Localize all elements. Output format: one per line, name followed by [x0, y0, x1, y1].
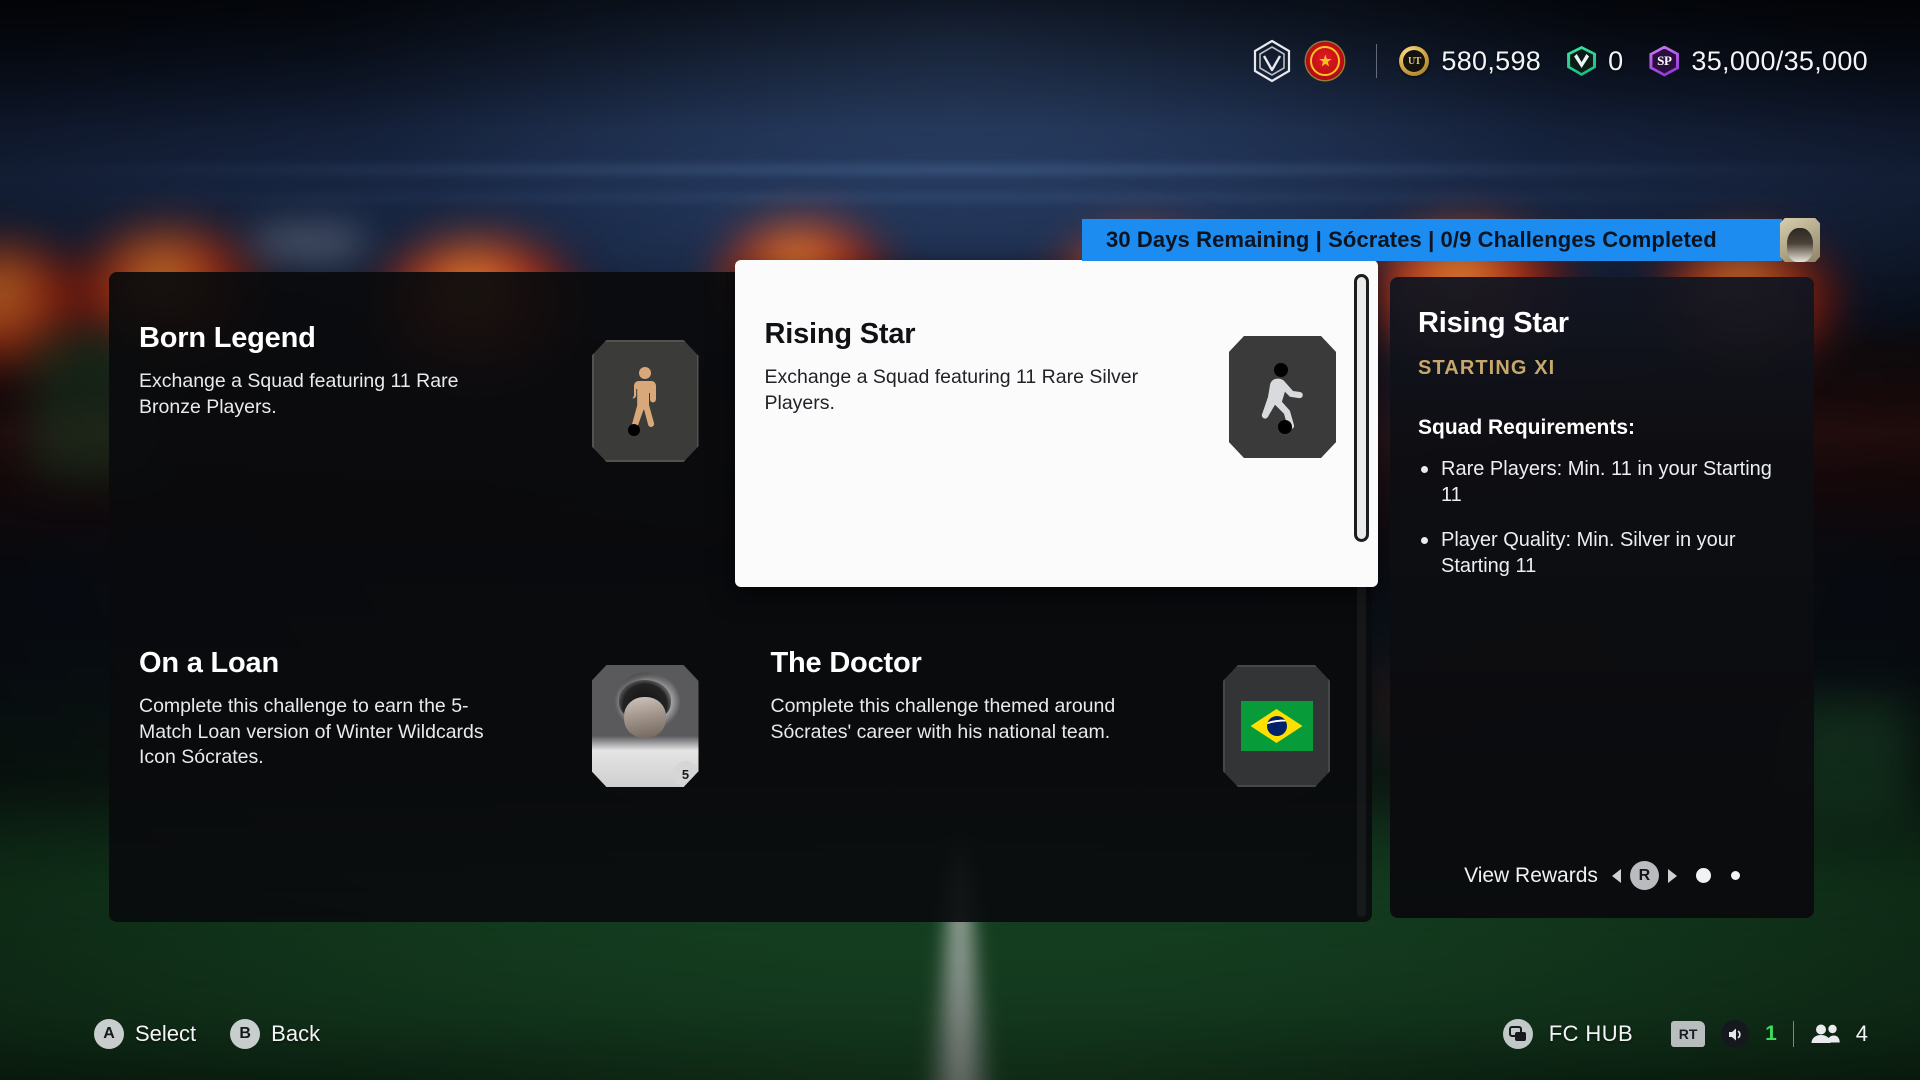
hint-select[interactable]: A Select — [94, 1019, 196, 1049]
page-dot-active[interactable] — [1695, 868, 1711, 883]
sbc-card-title: The Doctor — [770, 647, 922, 679]
rt-trigger-icon[interactable]: RT — [1671, 1021, 1706, 1047]
loan-match-badge: 5 — [672, 761, 699, 787]
hint-back-label: Back — [271, 1021, 321, 1046]
sbc-card-title: On a Loan — [139, 647, 279, 679]
chevron-left-icon[interactable] — [1611, 868, 1621, 883]
sbc-scrollbar-thumb[interactable] — [1357, 277, 1366, 539]
sbc-card-description: Exchange a Squad featuring 11 Rare Bronz… — [139, 370, 459, 418]
ea-fc-logo-icon — [1252, 39, 1292, 83]
ut-coins-value: 580,598 — [1441, 45, 1542, 76]
detail-title: Rising Star — [1418, 307, 1569, 339]
speaker-icon[interactable] — [1721, 1020, 1750, 1048]
ut-coins-icon: UT — [1399, 46, 1430, 76]
people-count: 4 — [1855, 1021, 1868, 1046]
page-dot[interactable] — [1730, 871, 1740, 880]
people-icon — [1810, 1023, 1840, 1045]
sp-points-value: 35,000/35,000 — [1691, 45, 1868, 76]
challenge-banner-bar: 30 Days Remaining | Sócrates | 0/9 Chall… — [1082, 219, 1782, 261]
sbc-card-title: Born Legend — [139, 322, 316, 354]
fc-points-icon — [1567, 46, 1597, 76]
squad-requirements-list: Rare Players: Min. 11 in your Starting 1… — [1418, 456, 1786, 598]
requirement-item: Player Quality: Min. Silver in your Star… — [1418, 527, 1786, 579]
bronze-player-shield-icon — [591, 340, 699, 462]
challenge-banner: 30 Days Remaining | Sócrates | 0/9 Chall… — [1082, 218, 1820, 262]
sp-points-icon: SP — [1649, 45, 1680, 77]
sbc-card-the-doctor[interactable]: The Doctor Complete this challenge theme… — [741, 597, 1373, 922]
sbc-card-born-legend[interactable]: Born Legend Exchange a Squad featuring 1… — [109, 272, 741, 597]
sbc-challenge-grid: Born Legend Exchange a Squad featuring 1… — [109, 260, 1378, 922]
silver-player-shield-icon — [1229, 336, 1336, 458]
socrates-portrait-shield-icon: 5 — [591, 665, 699, 787]
fc-points-value: 0 — [1608, 45, 1624, 76]
sbc-card-on-a-loan[interactable]: On a Loan Complete this challenge to ear… — [109, 597, 741, 922]
club-icons-group — [1252, 39, 1345, 83]
b-button-icon[interactable]: B — [230, 1019, 261, 1049]
volume-value: 1 — [1765, 1022, 1777, 1045]
chevron-right-icon[interactable] — [1667, 868, 1677, 883]
hint-select-label: Select — [135, 1021, 197, 1046]
fc-hub-icon[interactable] — [1502, 1019, 1533, 1049]
sbc-card-description: Exchange a Squad featuring 11 Rare Silve… — [764, 366, 1139, 414]
r-button-icon[interactable]: R — [1629, 861, 1659, 890]
currency-ut-coins: UT 580,598 — [1399, 46, 1541, 77]
sbc-card-description: Complete this challenge to earn the 5-Ma… — [139, 695, 484, 769]
status-divider — [1792, 1021, 1794, 1047]
squad-requirements-heading: Squad Requirements: — [1418, 416, 1636, 439]
sbc-card-rising-star[interactable]: Rising Star Exchange a Squad featuring 1… — [734, 260, 1378, 587]
detail-subtitle: STARTING XI — [1418, 357, 1556, 379]
top-currency-bar: UT 580,598 0 SP 35,000/35,000 — [0, 0, 1920, 122]
view-rewards-control[interactable]: View Rewards R — [1418, 861, 1786, 890]
currency-sp-points: SP 35,000/35,000 — [1649, 45, 1868, 77]
hint-back[interactable]: B Back — [230, 1019, 320, 1049]
button-hints: A Select B Back — [94, 1019, 320, 1049]
brazil-flag-shield-icon — [1223, 665, 1330, 787]
sbc-card-description: Complete this challenge themed around Só… — [770, 695, 1116, 743]
fc-hub-label: FC HUB — [1548, 1021, 1634, 1046]
currency-fc-points: 0 — [1567, 46, 1623, 77]
challenge-banner-text: 30 Days Remaining | Sócrates | 0/9 Chall… — [1106, 227, 1717, 252]
status-group: FC HUB RT 1 4 — [1502, 1019, 1868, 1049]
challenge-detail-panel: Rising Star STARTING XI Squad Requiremen… — [1390, 277, 1814, 918]
requirement-item: Rare Players: Min. 11 in your Starting 1… — [1418, 456, 1786, 508]
manchester-united-crest-icon — [1306, 42, 1345, 80]
bottom-action-bar: A Select B Back FC HUB RT 1 4 — [0, 988, 1920, 1080]
sbc-card-title: Rising Star — [764, 318, 916, 350]
view-rewards-label: View Rewards — [1464, 863, 1598, 887]
socrates-player-badge-icon — [1780, 218, 1820, 262]
a-button-icon[interactable]: A — [94, 1019, 124, 1049]
topbar-divider — [1376, 44, 1378, 78]
